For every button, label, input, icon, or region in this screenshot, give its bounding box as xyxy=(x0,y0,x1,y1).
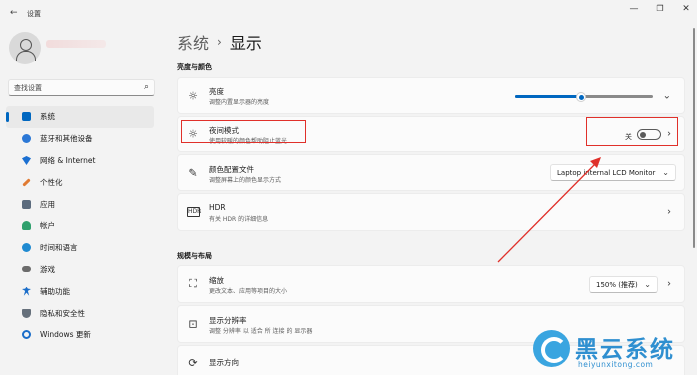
sidebar-item-accessibility[interactable]: 辅助功能 xyxy=(6,280,154,302)
sidebar-item-label: 系统 xyxy=(40,112,55,122)
scale-title: 缩放 xyxy=(209,276,224,285)
night-light-toggle[interactable] xyxy=(637,129,661,140)
avatar[interactable] xyxy=(9,32,41,64)
search-input[interactable]: 查找设置 ⌕ xyxy=(8,79,155,96)
chevron-right-icon[interactable]: › xyxy=(667,129,671,140)
sidebar-item-label: 辅助功能 xyxy=(40,286,70,296)
brightness-card[interactable]: ☼ 亮度 调整内置显示器的亮度 ⌄ xyxy=(177,77,685,114)
sidebar-nav: 系统 蓝牙和其他设备 网络 & Internet 个性化 应用 帐户 时间和语言… xyxy=(0,106,160,346)
bluetooth-icon xyxy=(22,134,31,144)
scale-value: 150% (推荐) xyxy=(596,280,638,289)
night-light-card[interactable]: ☼ 夜间模式 使用较暖的颜色帮助阻止蓝光 关 › xyxy=(177,116,685,152)
username-redacted xyxy=(46,40,106,48)
back-arrow-icon[interactable]: ← xyxy=(10,8,18,18)
watermark-logo xyxy=(533,330,570,367)
search-icon[interactable]: ⌕ xyxy=(144,82,149,92)
night-light-subtitle: 使用较暖的颜色帮助阻止蓝光 xyxy=(209,138,288,145)
brightness-slider-fill xyxy=(515,95,582,98)
maximize-button[interactable]: ❐ xyxy=(653,4,667,13)
sidebar-item-time-language[interactable]: 时间和语言 xyxy=(6,237,154,259)
breadcrumb-separator: › xyxy=(217,35,222,49)
sidebar-item-network[interactable]: 网络 & Internet xyxy=(6,150,154,172)
section-title-scale-layout: 规模与布局 xyxy=(177,252,212,260)
wifi-icon xyxy=(22,155,31,165)
resolution-icon: ⊡ xyxy=(188,317,198,331)
sidebar-item-system[interactable]: 系统 xyxy=(6,106,154,128)
scale-dropdown[interactable]: 150% (推荐) ⌄ xyxy=(589,276,658,293)
brightness-title: 亮度 xyxy=(209,87,224,96)
accessibility-icon xyxy=(22,286,31,296)
section-title-brightness-color: 亮度与颜色 xyxy=(177,63,212,71)
page-title: 显示 xyxy=(229,34,262,53)
night-light-state-label: 关 xyxy=(625,133,632,141)
monitor-icon xyxy=(22,112,31,122)
color-profile-subtitle: 调整屏幕上的颜色显示方式 xyxy=(209,177,282,184)
chevron-down-icon: ⌄ xyxy=(662,168,669,177)
watermark: 黑云系统 heiyunxitong.com xyxy=(533,330,697,375)
brightness-slider[interactable] xyxy=(515,91,653,102)
sun-icon: ☼ xyxy=(188,89,198,102)
sidebar-item-label: 帐户 xyxy=(40,221,55,231)
sidebar-item-personalization[interactable]: 个性化 xyxy=(6,171,154,193)
hdr-title: HDR xyxy=(209,203,226,212)
toggle-knob xyxy=(640,131,646,138)
sidebar-item-privacy[interactable]: 隐私和安全性 xyxy=(6,302,154,324)
night-light-title: 夜间模式 xyxy=(209,126,239,135)
scale-subtitle: 更改文本、应用等项目的大小 xyxy=(209,288,288,295)
hdr-icon: HDR xyxy=(187,207,202,217)
title-bar: ← 设置 — ❐ ✕ xyxy=(0,0,697,26)
sidebar-item-label: 网络 & Internet xyxy=(40,155,96,165)
minimize-button[interactable]: — xyxy=(627,4,641,14)
shield-icon xyxy=(22,308,31,318)
account-icon xyxy=(22,221,31,231)
color-profile-dropdown[interactable]: Laptop internal LCD Monitor ⌄ xyxy=(550,164,676,181)
brush-icon xyxy=(22,178,31,187)
update-icon xyxy=(22,330,31,340)
scale-icon: ⛶ xyxy=(189,277,197,290)
scale-card[interactable]: ⛶ 缩放 更改文本、应用等项目的大小 150% (推荐) ⌄ › xyxy=(177,265,685,303)
globe-icon xyxy=(22,243,31,253)
sidebar-item-label: 应用 xyxy=(40,199,55,209)
breadcrumb-parent[interactable]: 系统 xyxy=(177,30,209,54)
hdr-card[interactable]: HDR HDR 有关 HDR 的详细信息 › xyxy=(177,193,685,231)
color-profile-title: 颜色配置文件 xyxy=(209,165,254,174)
close-button[interactable]: ✕ xyxy=(679,4,693,14)
chevron-down-icon[interactable]: ⌄ xyxy=(663,90,671,101)
sidebar-item-label: 游戏 xyxy=(40,264,55,274)
pen-icon: ✎ xyxy=(188,166,198,179)
apps-icon xyxy=(22,199,31,209)
resolution-subtitle: 调整 分辨率 以 适合 所 连接 的 显示器 xyxy=(209,328,313,335)
sidebar-item-label: 时间和语言 xyxy=(40,243,78,253)
chevron-right-icon[interactable]: › xyxy=(667,279,671,290)
sidebar-item-label: 蓝牙和其他设备 xyxy=(40,134,93,144)
sidebar-item-windows-update[interactable]: Windows 更新 xyxy=(6,324,154,346)
gamepad-icon xyxy=(22,266,31,273)
chevron-right-icon[interactable]: › xyxy=(667,207,671,218)
sidebar-item-label: 个性化 xyxy=(40,177,63,187)
scrollbar[interactable] xyxy=(693,28,695,248)
color-profile-value: Laptop internal LCD Monitor xyxy=(557,168,656,177)
sidebar-item-apps[interactable]: 应用 xyxy=(6,193,154,215)
hdr-subtitle: 有关 HDR 的详细信息 xyxy=(209,216,269,223)
sidebar-item-accounts[interactable]: 帐户 xyxy=(6,215,154,237)
resolution-title: 显示分辨率 xyxy=(209,316,247,325)
orientation-icon: ⟳ xyxy=(188,356,198,370)
sidebar-item-label: Windows 更新 xyxy=(40,330,91,340)
night-light-icon: ☼ xyxy=(188,127,198,141)
watermark-text: 黑云系统 xyxy=(575,337,675,363)
search-placeholder: 查找设置 xyxy=(14,83,42,92)
color-profile-card[interactable]: ✎ 颜色配置文件 调整屏幕上的颜色显示方式 Laptop internal LC… xyxy=(177,154,685,191)
sidebar-item-label: 隐私和安全性 xyxy=(40,308,85,318)
watermark-url: heiyunxitong.com xyxy=(578,360,654,369)
brightness-subtitle: 调整内置显示器的亮度 xyxy=(209,99,270,106)
orientation-title: 显示方向 xyxy=(209,358,239,367)
brightness-slider-thumb[interactable] xyxy=(576,91,587,102)
chevron-down-icon: ⌄ xyxy=(644,280,651,289)
sidebar-item-bluetooth[interactable]: 蓝牙和其他设备 xyxy=(6,128,154,150)
app-title: 设置 xyxy=(27,10,41,18)
breadcrumb: 系统 › 显示 xyxy=(177,30,262,54)
sidebar-item-gaming[interactable]: 游戏 xyxy=(6,259,154,281)
